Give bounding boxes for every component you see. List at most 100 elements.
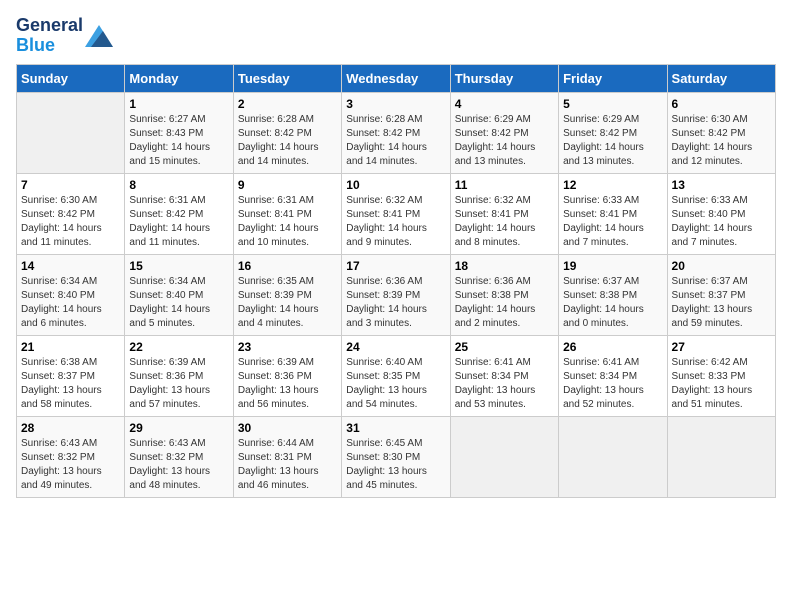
calendar-cell: 19 Sunrise: 6:37 AM Sunset: 8:38 PM Dayli… — [559, 254, 667, 335]
week-row-1: 1 Sunrise: 6:27 AM Sunset: 8:43 PM Daylig… — [17, 92, 776, 173]
calendar-cell: 8 Sunrise: 6:31 AM Sunset: 8:42 PM Daylig… — [125, 173, 233, 254]
day-number: 3 — [346, 97, 445, 111]
day-number: 28 — [21, 421, 120, 435]
calendar-cell: 18 Sunrise: 6:36 AM Sunset: 8:38 PM Dayli… — [450, 254, 558, 335]
day-info: Sunrise: 6:27 AM Sunset: 8:43 PM Dayligh… — [129, 113, 228, 169]
day-info: Sunrise: 6:45 AM Sunset: 8:30 PM Dayligh… — [346, 437, 445, 493]
day-info: Sunrise: 6:34 AM Sunset: 8:40 PM Dayligh… — [129, 275, 228, 331]
week-row-3: 14 Sunrise: 6:34 AM Sunset: 8:40 PM Dayli… — [17, 254, 776, 335]
calendar-cell: 22 Sunrise: 6:39 AM Sunset: 8:36 PM Dayli… — [125, 335, 233, 416]
day-info: Sunrise: 6:31 AM Sunset: 8:41 PM Dayligh… — [238, 194, 337, 250]
day-info: Sunrise: 6:39 AM Sunset: 8:36 PM Dayligh… — [238, 356, 337, 412]
day-number: 21 — [21, 340, 120, 354]
calendar-cell: 30 Sunrise: 6:44 AM Sunset: 8:31 PM Dayli… — [233, 416, 341, 497]
day-info: Sunrise: 6:43 AM Sunset: 8:32 PM Dayligh… — [129, 437, 228, 493]
day-info: Sunrise: 6:31 AM Sunset: 8:42 PM Dayligh… — [129, 194, 228, 250]
day-info: Sunrise: 6:36 AM Sunset: 8:38 PM Dayligh… — [455, 275, 554, 331]
day-number: 11 — [455, 178, 554, 192]
day-info: Sunrise: 6:40 AM Sunset: 8:35 PM Dayligh… — [346, 356, 445, 412]
calendar-cell: 3 Sunrise: 6:28 AM Sunset: 8:42 PM Daylig… — [342, 92, 450, 173]
day-number: 12 — [563, 178, 662, 192]
calendar-cell: 26Sunrise: 6:41 AM Sunset: 8:34 PM Dayli… — [559, 335, 667, 416]
calendar-cell: 2Sunrise: 6:28 AM Sunset: 8:42 PM Daylig… — [233, 92, 341, 173]
calendar-cell: 5Sunrise: 6:29 AM Sunset: 8:42 PM Daylig… — [559, 92, 667, 173]
calendar-cell: 1 Sunrise: 6:27 AM Sunset: 8:43 PM Daylig… — [125, 92, 233, 173]
day-number: 1 — [129, 97, 228, 111]
calendar-cell: 15 Sunrise: 6:34 AM Sunset: 8:40 PM Dayli… — [125, 254, 233, 335]
day-number: 25 — [455, 340, 554, 354]
day-number: 15 — [129, 259, 228, 273]
day-info: Sunrise: 6:34 AM Sunset: 8:40 PM Dayligh… — [21, 275, 120, 331]
day-info: Sunrise: 6:41 AM Sunset: 8:34 PM Dayligh… — [455, 356, 554, 412]
header-day-thursday: Thursday — [450, 64, 558, 92]
day-number: 4 — [455, 97, 554, 111]
calendar-cell: 7Sunrise: 6:30 AM Sunset: 8:42 PM Daylig… — [17, 173, 125, 254]
day-number: 24 — [346, 340, 445, 354]
calendar-cell: 21Sunrise: 6:38 AM Sunset: 8:37 PM Dayli… — [17, 335, 125, 416]
calendar-cell: 31 Sunrise: 6:45 AM Sunset: 8:30 PM Dayli… — [342, 416, 450, 497]
day-number: 18 — [455, 259, 554, 273]
day-info: Sunrise: 6:43 AM Sunset: 8:32 PM Dayligh… — [21, 437, 120, 493]
day-number: 6 — [672, 97, 771, 111]
logo: GeneralBlue — [16, 16, 113, 56]
day-info: Sunrise: 6:37 AM Sunset: 8:37 PM Dayligh… — [672, 275, 771, 331]
day-info: Sunrise: 6:36 AM Sunset: 8:39 PM Dayligh… — [346, 275, 445, 331]
day-info: Sunrise: 6:28 AM Sunset: 8:42 PM Dayligh… — [346, 113, 445, 169]
header-day-wednesday: Wednesday — [342, 64, 450, 92]
day-number: 19 — [563, 259, 662, 273]
calendar-cell — [450, 416, 558, 497]
calendar-cell: 11 Sunrise: 6:32 AM Sunset: 8:41 PM Dayli… — [450, 173, 558, 254]
day-info: Sunrise: 6:35 AM Sunset: 8:39 PM Dayligh… — [238, 275, 337, 331]
day-number: 9 — [238, 178, 337, 192]
day-number: 16 — [238, 259, 337, 273]
day-info: Sunrise: 6:28 AM Sunset: 8:42 PM Dayligh… — [238, 113, 337, 169]
calendar-cell: 12Sunrise: 6:33 AM Sunset: 8:41 PM Dayli… — [559, 173, 667, 254]
calendar-body: 1 Sunrise: 6:27 AM Sunset: 8:43 PM Daylig… — [17, 92, 776, 497]
header-day-monday: Monday — [125, 64, 233, 92]
calendar-cell: 28 Sunrise: 6:43 AM Sunset: 8:32 PM Dayli… — [17, 416, 125, 497]
day-number: 8 — [129, 178, 228, 192]
header-day-tuesday: Tuesday — [233, 64, 341, 92]
calendar-header: SundayMondayTuesdayWednesdayThursdayFrid… — [17, 64, 776, 92]
day-number: 13 — [672, 178, 771, 192]
header-day-sunday: Sunday — [17, 64, 125, 92]
day-number: 22 — [129, 340, 228, 354]
calendar-cell: 10Sunrise: 6:32 AM Sunset: 8:41 PM Dayli… — [342, 173, 450, 254]
day-info: Sunrise: 6:29 AM Sunset: 8:42 PM Dayligh… — [455, 113, 554, 169]
day-info: Sunrise: 6:41 AM Sunset: 8:34 PM Dayligh… — [563, 356, 662, 412]
day-info: Sunrise: 6:30 AM Sunset: 8:42 PM Dayligh… — [672, 113, 771, 169]
calendar-cell: 13 Sunrise: 6:33 AM Sunset: 8:40 PM Dayli… — [667, 173, 775, 254]
calendar-cell: 27 Sunrise: 6:42 AM Sunset: 8:33 PM Dayli… — [667, 335, 775, 416]
calendar-cell: 29Sunrise: 6:43 AM Sunset: 8:32 PM Dayli… — [125, 416, 233, 497]
day-number: 23 — [238, 340, 337, 354]
page-header: GeneralBlue — [16, 16, 776, 56]
day-info: Sunrise: 6:42 AM Sunset: 8:33 PM Dayligh… — [672, 356, 771, 412]
day-info: Sunrise: 6:32 AM Sunset: 8:41 PM Dayligh… — [455, 194, 554, 250]
day-number: 20 — [672, 259, 771, 273]
day-number: 7 — [21, 178, 120, 192]
week-row-4: 21Sunrise: 6:38 AM Sunset: 8:37 PM Dayli… — [17, 335, 776, 416]
calendar-cell: 23 Sunrise: 6:39 AM Sunset: 8:36 PM Dayli… — [233, 335, 341, 416]
day-info: Sunrise: 6:33 AM Sunset: 8:40 PM Dayligh… — [672, 194, 771, 250]
day-number: 14 — [21, 259, 120, 273]
header-day-friday: Friday — [559, 64, 667, 92]
day-info: Sunrise: 6:39 AM Sunset: 8:36 PM Dayligh… — [129, 356, 228, 412]
calendar-cell: 6 Sunrise: 6:30 AM Sunset: 8:42 PM Daylig… — [667, 92, 775, 173]
calendar-cell: 25 Sunrise: 6:41 AM Sunset: 8:34 PM Dayli… — [450, 335, 558, 416]
calendar-cell: 24 Sunrise: 6:40 AM Sunset: 8:35 PM Dayli… — [342, 335, 450, 416]
day-number: 17 — [346, 259, 445, 273]
calendar-cell — [559, 416, 667, 497]
day-info: Sunrise: 6:44 AM Sunset: 8:31 PM Dayligh… — [238, 437, 337, 493]
calendar-cell: 17 Sunrise: 6:36 AM Sunset: 8:39 PM Dayli… — [342, 254, 450, 335]
day-number: 31 — [346, 421, 445, 435]
calendar-cell: 14 Sunrise: 6:34 AM Sunset: 8:40 PM Dayli… — [17, 254, 125, 335]
calendar-cell — [667, 416, 775, 497]
day-info: Sunrise: 6:32 AM Sunset: 8:41 PM Dayligh… — [346, 194, 445, 250]
day-number: 30 — [238, 421, 337, 435]
header-row: SundayMondayTuesdayWednesdayThursdayFrid… — [17, 64, 776, 92]
day-number: 27 — [672, 340, 771, 354]
calendar-cell: 16 Sunrise: 6:35 AM Sunset: 8:39 PM Dayli… — [233, 254, 341, 335]
week-row-5: 28 Sunrise: 6:43 AM Sunset: 8:32 PM Dayli… — [17, 416, 776, 497]
day-info: Sunrise: 6:37 AM Sunset: 8:38 PM Dayligh… — [563, 275, 662, 331]
calendar-cell: 20 Sunrise: 6:37 AM Sunset: 8:37 PM Dayli… — [667, 254, 775, 335]
